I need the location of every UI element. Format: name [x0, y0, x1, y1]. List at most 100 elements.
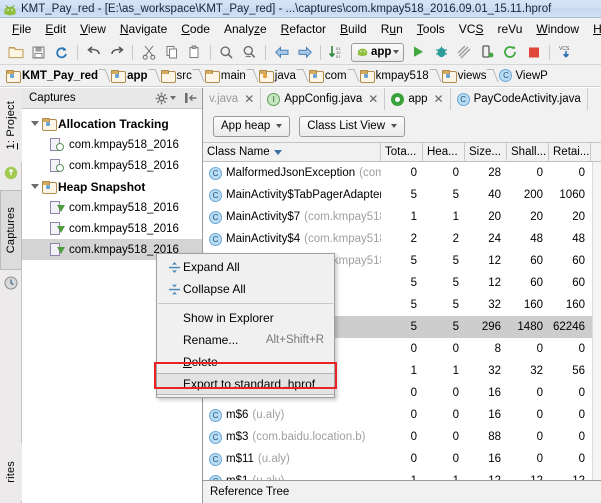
list-item[interactable]: com.kmpay518_2016: [22, 134, 202, 155]
breadcrumb-item-app[interactable]: app: [111, 70, 147, 82]
source-folder-icon: [259, 70, 272, 81]
table-row[interactable]: Cm$11(u.aly)001600: [203, 448, 601, 470]
menu-build[interactable]: Build: [333, 20, 374, 38]
next-icon[interactable]: [294, 42, 315, 63]
breadcrumb-item-com[interactable]: com: [309, 70, 347, 82]
table-row[interactable]: CMainActivity$TabPagerAdapter(cc55402001…: [203, 184, 601, 206]
debug-icon[interactable]: [431, 42, 452, 63]
column-header-heap-count[interactable]: Hea...: [423, 143, 465, 162]
view-selector[interactable]: Class List View: [299, 116, 405, 137]
reference-tree-header[interactable]: Reference Tree: [203, 480, 601, 503]
vertical-scrollbar[interactable]: [592, 162, 601, 480]
breadcrumb-item-views[interactable]: views: [442, 70, 487, 82]
copy-icon[interactable]: [161, 42, 182, 63]
menu-revu[interactable]: reVu: [490, 20, 529, 38]
sidebar-item-captures[interactable]: Captures: [0, 190, 22, 270]
attach-debugger-icon[interactable]: [477, 42, 498, 63]
close-icon[interactable]: ✕: [368, 92, 378, 106]
previous-icon[interactable]: [271, 42, 292, 63]
breadcrumb-item-project[interactable]: KMT_Pay_red: [6, 70, 98, 82]
menu-item-expand-all[interactable]: Expand All: [157, 256, 334, 278]
collapse-panel-icon[interactable]: [184, 92, 198, 104]
menu-code[interactable]: Code: [174, 20, 217, 38]
menu-run[interactable]: Run: [374, 20, 410, 38]
captures-icon: [4, 276, 18, 290]
menu-view[interactable]: View: [73, 20, 113, 38]
list-item[interactable]: com.kmpay518_2016: [22, 218, 202, 239]
back-arrow-icon[interactable]: [83, 42, 104, 63]
tab-label: AppConfig.java: [284, 93, 362, 105]
breadcrumb-item-kmpay518[interactable]: kmpay518: [360, 70, 429, 82]
menu-item-rename[interactable]: Rename... Alt+Shift+R: [157, 329, 334, 351]
menu-edit[interactable]: Edit: [38, 20, 73, 38]
table-row[interactable]: CMainActivity$7(com.kmpay518.ma11202020: [203, 206, 601, 228]
table-row[interactable]: Cm$3(com.baidu.location.b)008800: [203, 426, 601, 448]
menu-analyze[interactable]: Analyze: [217, 20, 274, 38]
vcs-update-icon[interactable]: VCS: [555, 42, 576, 63]
breadcrumb-item-main[interactable]: main: [205, 70, 246, 82]
find-icon[interactable]: [216, 42, 237, 63]
cell-shallow: 60: [507, 277, 549, 289]
run-icon[interactable]: [408, 42, 429, 63]
sync-icon[interactable]: [51, 42, 72, 63]
menu-item-collapse-all[interactable]: Collapse All: [157, 278, 334, 300]
table-row[interactable]: Cm$6(u.aly)001600: [203, 404, 601, 426]
cell-class-name: CMainActivity$TabPagerAdapter(cc: [203, 189, 381, 202]
menu-item-delete[interactable]: Delete: [157, 351, 334, 373]
column-header-class-name[interactable]: Class Name: [203, 143, 381, 162]
coverage-icon[interactable]: [454, 42, 475, 63]
tab-app[interactable]: app ✕: [385, 88, 450, 110]
close-icon[interactable]: ✕: [434, 92, 444, 106]
update-project-icon[interactable]: 011001: [326, 42, 347, 63]
close-icon[interactable]: ✕: [244, 92, 254, 106]
breadcrumb-item-class[interactable]: C ViewP: [499, 69, 547, 82]
menu-help[interactable]: H: [586, 20, 601, 38]
sidebar-item-project[interactable]: 1: Project: [0, 88, 22, 162]
heap-selector[interactable]: App heap: [213, 116, 290, 137]
tab-java-partial[interactable]: v.java ✕: [203, 88, 261, 110]
list-item[interactable]: com.kmpay518_2016: [22, 155, 202, 176]
breadcrumb-separator: [349, 67, 358, 84]
forward-arrow-icon[interactable]: [106, 42, 127, 63]
project-icon: [4, 166, 18, 180]
breadcrumb-item-java[interactable]: java: [259, 70, 296, 82]
save-all-icon[interactable]: [28, 42, 49, 63]
open-folder-icon[interactable]: [5, 42, 26, 63]
menu-file[interactable]: File: [5, 20, 38, 38]
chevron-down-icon[interactable]: [28, 121, 42, 126]
menu-tools[interactable]: Tools: [410, 20, 452, 38]
menu-vcs[interactable]: VCS: [452, 20, 491, 38]
rerun-icon[interactable]: [500, 42, 521, 63]
breadcrumb-separator: [150, 67, 159, 84]
stop-icon[interactable]: [523, 42, 544, 63]
breadcrumb-item-src[interactable]: src: [161, 70, 192, 82]
cell-retained: 56: [549, 365, 591, 377]
gear-icon[interactable]: [155, 92, 176, 105]
run-configuration-selector[interactable]: app: [351, 43, 404, 62]
tree-group-allocation-tracking[interactable]: Allocation Tracking: [22, 113, 202, 134]
paste-icon[interactable]: [184, 42, 205, 63]
captures-panel-title: Captures: [29, 92, 155, 104]
replace-icon[interactable]: [239, 42, 260, 63]
menu-window[interactable]: Window: [529, 20, 586, 38]
list-item[interactable]: com.kmpay518_2016: [22, 197, 202, 218]
column-header-shallow-size[interactable]: Shall...: [507, 143, 549, 162]
sidebar-item-favorites[interactable]: rites: [0, 443, 22, 501]
column-header-retained-size[interactable]: Retai...: [549, 143, 591, 162]
android-icon: [391, 93, 404, 106]
menu-item-export-to-standard-hprof[interactable]: Export to standard .hprof: [157, 373, 334, 395]
cut-icon[interactable]: [138, 42, 159, 63]
menu-refactor[interactable]: Refactor: [274, 20, 333, 38]
tab-paycodeactivity-java[interactable]: C PayCodeActivity.java: [451, 88, 588, 110]
column-header-total-count[interactable]: Tota...: [381, 143, 423, 162]
table-row[interactable]: CMainActivity$4(com.kmpay518.ma22244848: [203, 228, 601, 250]
menu-item-show-in-explorer[interactable]: Show in Explorer: [157, 307, 334, 329]
table-row[interactable]: CMalformedJsonException(com.go002800: [203, 162, 601, 184]
table-row[interactable]: Cm$1(u.aly)11121212: [203, 470, 601, 480]
column-label: Tota...: [385, 146, 416, 158]
chevron-down-icon[interactable]: [28, 184, 42, 189]
tree-group-heap-snapshot[interactable]: Heap Snapshot: [22, 176, 202, 197]
menu-navigate[interactable]: Navigate: [113, 20, 174, 38]
tab-appconfig-java[interactable]: I AppConfig.java ✕: [261, 88, 385, 110]
column-header-sizeof[interactable]: Size...: [465, 143, 507, 162]
